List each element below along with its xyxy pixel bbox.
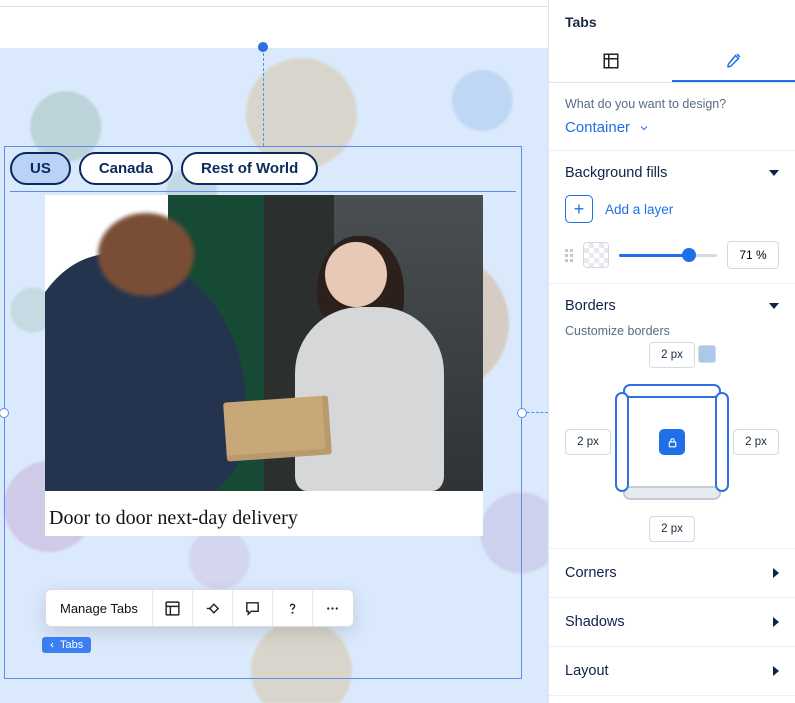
layout-section-header[interactable]: Layout <box>549 647 795 696</box>
border-preview <box>615 384 729 500</box>
border-top-input[interactable]: 2 px <box>649 342 695 368</box>
fill-swatch[interactable] <box>583 242 609 268</box>
help-icon[interactable] <box>273 590 313 626</box>
borders-title: Borders <box>565 298 616 314</box>
mode-tab-layout[interactable] <box>549 42 672 82</box>
border-edge-left[interactable] <box>615 392 629 492</box>
panel-title: Tabs <box>549 0 795 42</box>
layout-grid-icon <box>602 52 620 73</box>
delivery-photo <box>45 195 483 491</box>
element-tag-label: Tabs <box>60 639 83 651</box>
border-edge-bottom[interactable] <box>623 486 721 500</box>
background-fills-header[interactable]: Background fills <box>565 165 779 181</box>
ruler-line <box>0 6 548 7</box>
chevron-down-icon <box>638 122 650 134</box>
chevron-down-icon <box>769 170 779 176</box>
border-widget: 2 px 2 px 2 px 2 px <box>565 342 779 542</box>
design-question-label: What do you want to design? <box>565 97 779 111</box>
content-card: Door to door next-day delivery <box>45 195 483 536</box>
corners-section-header[interactable]: Corners <box>549 549 795 598</box>
lock-icon <box>666 436 679 449</box>
mode-tab-design[interactable] <box>672 42 795 82</box>
link-borders-toggle[interactable] <box>659 429 685 455</box>
border-right-input[interactable]: 2 px <box>733 429 779 455</box>
border-edge-right[interactable] <box>715 392 729 492</box>
design-target-dropdown[interactable]: Container <box>565 119 779 136</box>
chevron-right-icon <box>773 617 779 627</box>
corners-title: Corners <box>565 565 617 581</box>
element-tag-badge[interactable]: Tabs <box>42 637 91 653</box>
background-fills-title: Background fills <box>565 165 667 181</box>
card-caption: Door to door next-day delivery <box>45 491 483 536</box>
tabs-header: US Canada Rest of World <box>10 152 516 192</box>
more-icon[interactable] <box>313 590 353 626</box>
brush-icon <box>725 51 743 72</box>
tab-canada[interactable]: Canada <box>79 152 173 185</box>
border-color-swatch[interactable] <box>698 345 716 363</box>
chevron-down-icon <box>769 303 779 309</box>
borders-section: Borders Customize borders 2 px 2 px 2 px… <box>549 284 795 549</box>
tab-rest-of-world[interactable]: Rest of World <box>181 152 318 185</box>
borders-header[interactable]: Borders <box>565 298 779 314</box>
shadows-section-header[interactable]: Shadows <box>549 598 795 647</box>
chevron-right-icon <box>773 568 779 578</box>
drag-handle-icon[interactable] <box>565 249 573 262</box>
design-target-value: Container <box>565 119 630 136</box>
add-layer-button[interactable]: + <box>565 195 593 223</box>
tab-content[interactable]: Door to door next-day delivery <box>45 195 483 536</box>
opacity-slider[interactable] <box>619 245 717 265</box>
border-bottom-input[interactable]: 2 px <box>649 516 695 542</box>
border-left-input[interactable]: 2 px <box>565 429 611 455</box>
layout-title: Layout <box>565 663 609 679</box>
background-fills-section: Background fills + Add a layer <box>549 151 795 284</box>
border-edge-top[interactable] <box>623 384 721 398</box>
design-panel: Tabs What do you want to design? Contain… <box>548 0 795 703</box>
layout-icon[interactable] <box>153 590 193 626</box>
design-target-section: What do you want to design? Container <box>549 83 795 151</box>
manage-tabs-button[interactable]: Manage Tabs <box>46 590 153 626</box>
animation-icon[interactable] <box>193 590 233 626</box>
element-toolbar: Manage Tabs <box>45 589 354 627</box>
panel-mode-tabs <box>549 42 795 83</box>
add-layer-link[interactable]: Add a layer <box>605 202 673 217</box>
alignment-handle[interactable] <box>258 42 268 52</box>
comment-icon[interactable] <box>233 590 273 626</box>
customize-borders-label: Customize borders <box>565 324 779 338</box>
shadows-title: Shadows <box>565 614 625 630</box>
chevron-right-icon <box>773 666 779 676</box>
tab-us[interactable]: US <box>10 152 71 185</box>
editor-canvas[interactable]: US Canada Rest of World Door to door nex… <box>0 0 548 703</box>
alignment-guide-vertical <box>263 48 264 146</box>
opacity-input[interactable] <box>727 241 779 269</box>
